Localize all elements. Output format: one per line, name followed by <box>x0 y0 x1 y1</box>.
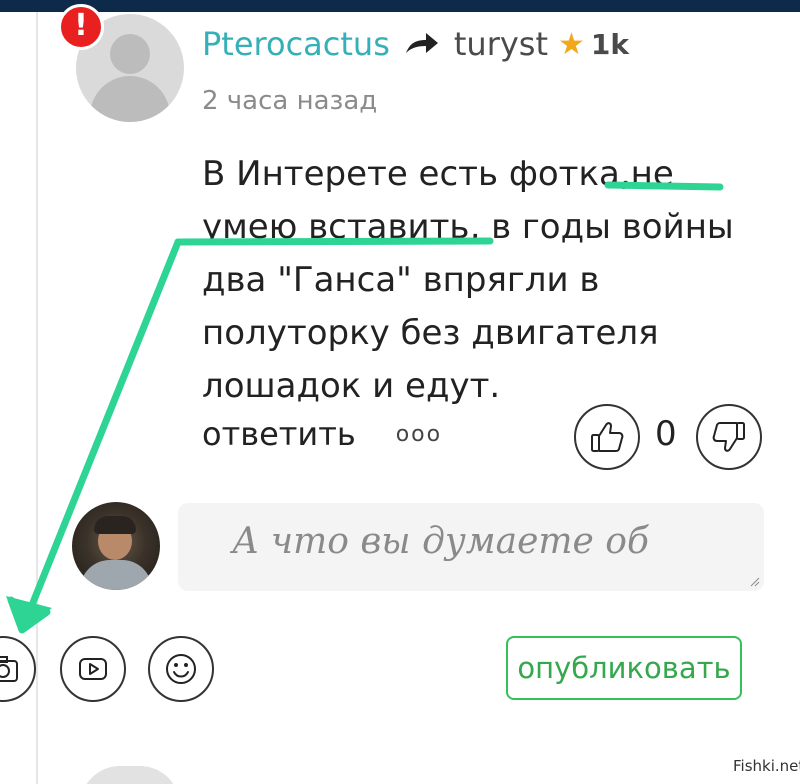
camera-icon <box>0 656 18 682</box>
dislike-button[interactable] <box>696 404 762 470</box>
resize-grip-icon[interactable] <box>750 577 760 587</box>
top-bar <box>0 0 800 12</box>
publish-button[interactable]: опубликовать <box>506 636 742 700</box>
avatar-head-shape <box>110 34 150 74</box>
reply-to-user-link[interactable]: turyst <box>454 25 548 63</box>
camera-button[interactable] <box>0 636 36 702</box>
current-user-avatar[interactable] <box>72 502 160 590</box>
comment-actions: ответить ooo <box>202 406 442 462</box>
more-options-button[interactable]: ooo <box>396 422 442 447</box>
video-button[interactable] <box>60 636 126 702</box>
reply-button[interactable]: ответить <box>202 415 356 453</box>
karma-badge: 1k <box>590 27 630 61</box>
annotation-arrow-head <box>7 596 51 634</box>
next-comment-avatar[interactable] <box>80 766 180 784</box>
vote-count: 0 <box>655 414 677 454</box>
thumbs-down-icon <box>712 422 745 452</box>
avatar-hair-shape <box>94 516 136 534</box>
avatar-body-shape <box>90 76 170 122</box>
avatar-shirt-shape <box>80 560 152 590</box>
annotation-arrow-head-fill <box>6 596 52 632</box>
comment-meta: Pterocactus turyst ★ 1k <box>202 22 629 66</box>
comment-input-placeholder: А что вы думаете об <box>232 521 649 562</box>
comment-text: В Интерете есть фотка,не умею вставить, … <box>202 154 734 406</box>
arrow-right-icon <box>405 33 438 53</box>
emoji-button[interactable] <box>148 636 214 702</box>
star-icon: ★ <box>558 26 585 62</box>
comment-timestamp: 2 часа назад <box>202 86 378 116</box>
thumbs-up-icon <box>591 422 624 452</box>
like-button[interactable] <box>574 404 640 470</box>
watermark: Fishki.net <box>733 757 800 775</box>
comment-input[interactable]: А что вы думаете об <box>178 503 764 591</box>
video-icon <box>79 658 107 680</box>
author-link[interactable]: Pterocactus <box>202 25 390 63</box>
emoji-icon <box>166 654 196 684</box>
thread-line <box>36 12 38 784</box>
alert-badge: ! <box>58 4 104 50</box>
